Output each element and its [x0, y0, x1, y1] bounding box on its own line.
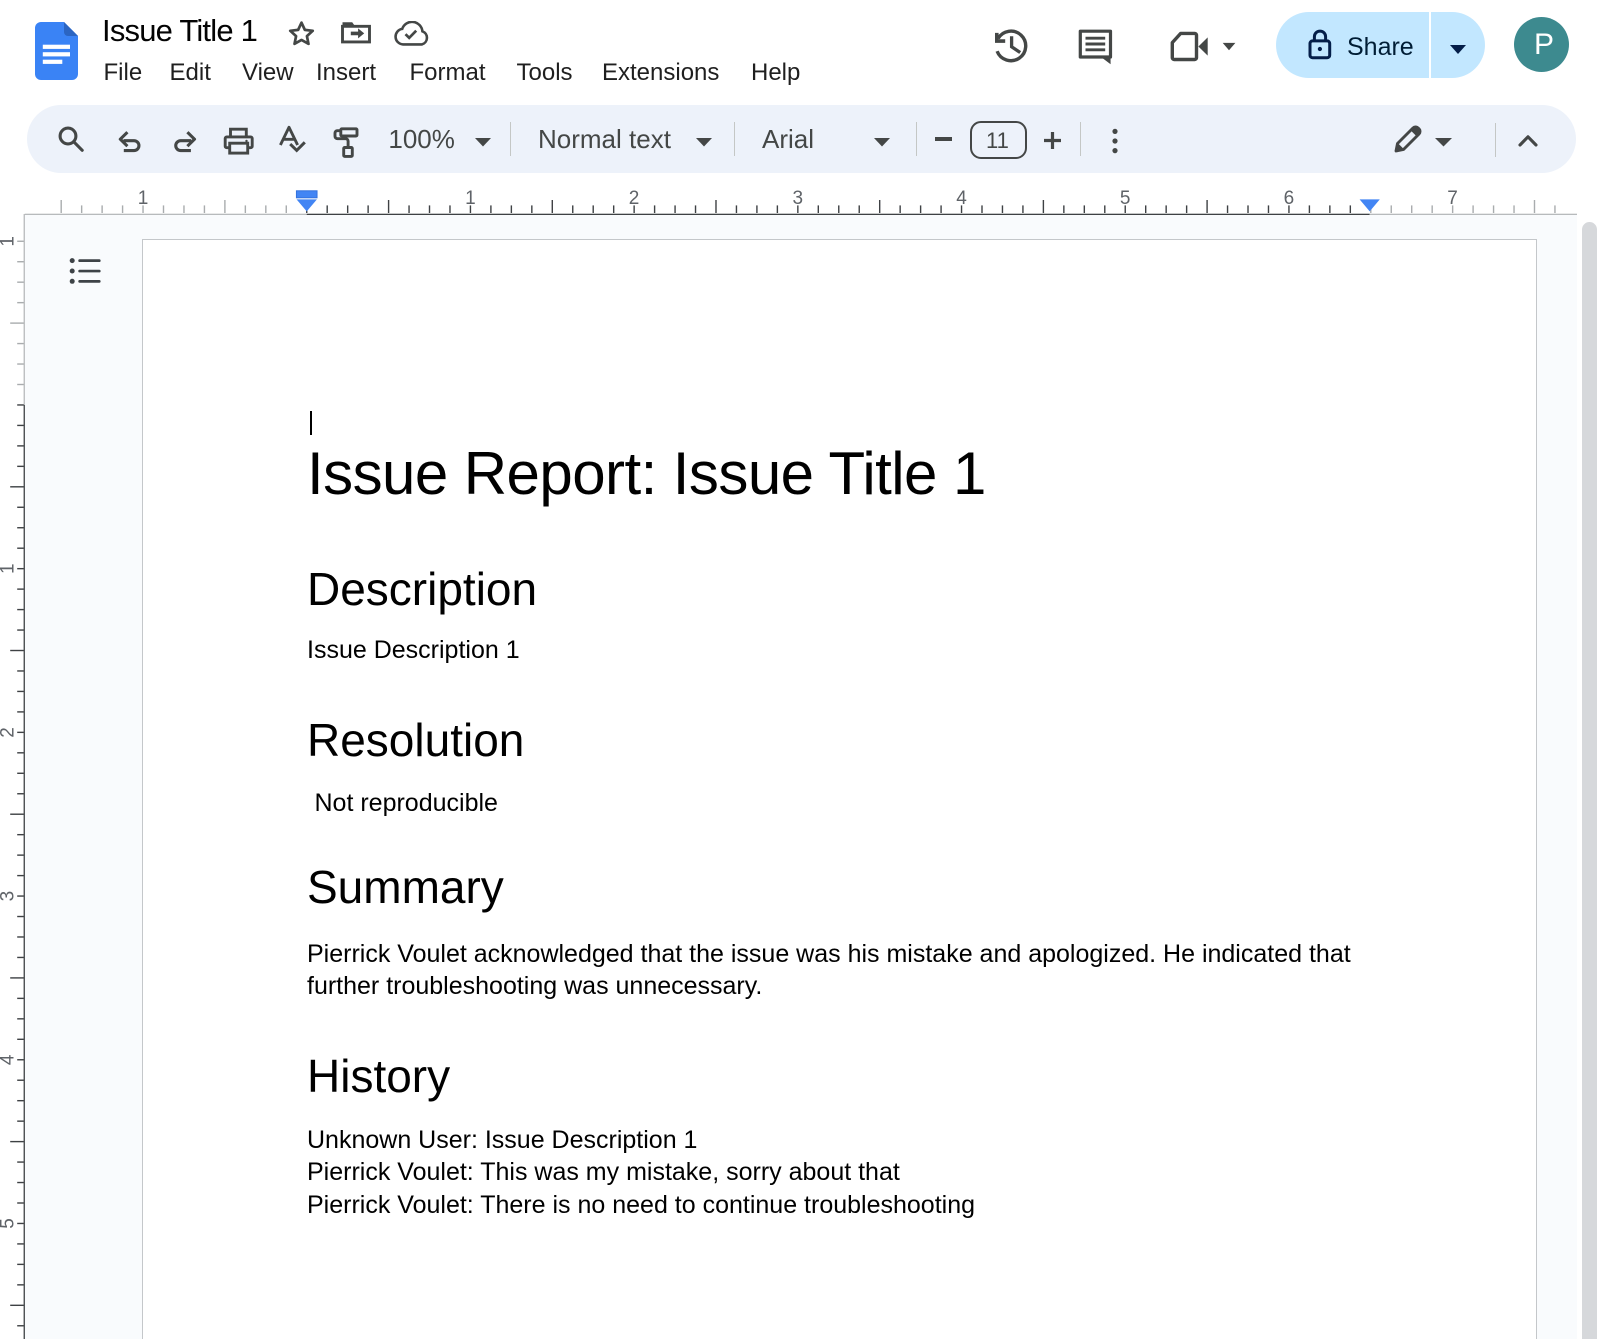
svg-text:4: 4 — [956, 188, 967, 209]
svg-text:1: 1 — [138, 188, 149, 209]
svg-text:6: 6 — [1284, 188, 1295, 209]
svg-text:3: 3 — [793, 188, 804, 209]
svg-text:5: 5 — [0, 1218, 19, 1229]
svg-text:2: 2 — [0, 727, 19, 738]
svg-text:2: 2 — [629, 188, 640, 209]
svg-text:7: 7 — [1447, 188, 1458, 209]
svg-text:4: 4 — [0, 1054, 19, 1065]
svg-text:1: 1 — [0, 236, 19, 247]
svg-text:1: 1 — [465, 188, 476, 209]
svg-text:1: 1 — [0, 563, 19, 574]
svg-text:3: 3 — [0, 891, 19, 902]
svg-text:5: 5 — [1120, 188, 1131, 209]
